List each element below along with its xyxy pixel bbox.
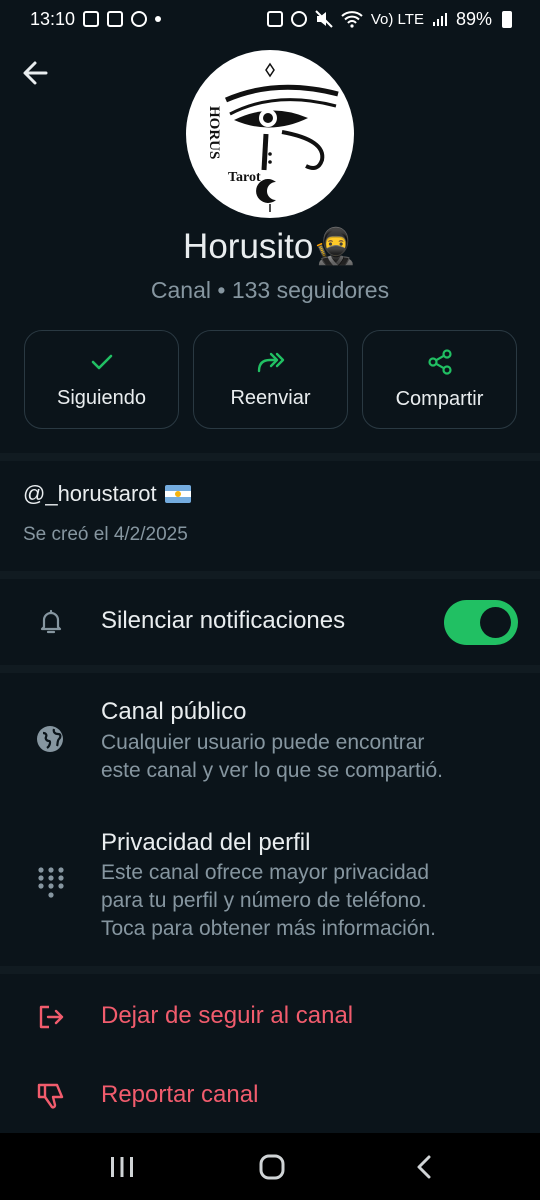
toggle-knob — [480, 607, 511, 638]
following-button[interactable]: Siguiendo — [24, 330, 179, 429]
public-channel-desc-1: Cualquier usuario puede encontrar — [101, 731, 425, 754]
profile-privacy-desc-3: Toca para obtener más información. — [101, 917, 437, 940]
channel-handle: @_horustarot — [23, 481, 191, 507]
arrow-back-icon — [23, 61, 48, 85]
dialpad-icon — [36, 867, 66, 898]
horus-logo: HORUS Tarot — [206, 62, 339, 212]
profile-privacy-title: Privacidad del perfil — [101, 829, 311, 856]
public-channel-title: Canal público — [101, 698, 247, 725]
check-icon — [91, 354, 112, 370]
status-bar: 13:10 Vo) LTE 89% — [0, 0, 540, 38]
forward-label: Reenviar — [230, 387, 311, 409]
channel-name: Horusito🥷 — [183, 227, 357, 266]
handle-text: @_horustarot — [23, 481, 157, 506]
forward-icon — [257, 352, 284, 373]
bell-icon — [36, 607, 66, 637]
lock-icon — [266, 11, 283, 27]
mute-icon — [315, 10, 333, 28]
battery-icon — [502, 10, 512, 28]
channel-subtitle: Canal • 133 seguidores — [150, 277, 390, 303]
argentina-flag-icon — [164, 485, 191, 503]
battery-percent: 89% — [455, 8, 492, 29]
nav-back-icon — [417, 1155, 431, 1178]
report-label[interactable]: Reportar canal — [101, 1081, 258, 1109]
section-divider — [0, 453, 540, 461]
forward-button[interactable]: Reenviar — [193, 330, 348, 429]
mute-toggle[interactable] — [444, 600, 518, 645]
home-button[interactable] — [242, 1133, 302, 1200]
gallery-notification-icon — [83, 11, 100, 27]
more-notifications-dot-icon — [155, 16, 162, 22]
app-notification-icon — [107, 11, 124, 27]
share-label: Compartir — [395, 388, 484, 410]
logo-bottom-text: Tarot — [228, 170, 261, 185]
following-label: Siguiendo — [57, 387, 146, 409]
profile-privacy-desc-2: para tu perfil y número de teléfono. — [101, 889, 427, 912]
share-button[interactable]: Compartir — [362, 330, 517, 429]
created-date: Se creó el 4/2/2025 — [23, 524, 188, 545]
wifi-icon — [341, 11, 363, 28]
status-left: 13:10 — [30, 8, 162, 30]
recent-apps-button[interactable] — [92, 1133, 152, 1200]
mute-label: Silenciar notificaciones — [101, 607, 346, 634]
section-divider — [0, 966, 540, 974]
section-divider — [0, 665, 540, 673]
network-type-label: Vo) LTE — [370, 10, 424, 28]
public-channel-desc-2: este canal y ver lo que se compartió. — [101, 759, 444, 782]
globe-icon — [35, 724, 65, 754]
status-right: Vo) LTE 89% — [266, 8, 512, 30]
system-nav-bar — [0, 1133, 540, 1200]
share-icon — [427, 349, 452, 375]
back-button[interactable] — [18, 56, 52, 90]
thumbs-down-icon — [36, 1081, 66, 1111]
nav-back-button[interactable] — [394, 1133, 454, 1200]
hand-notification-icon — [131, 11, 148, 27]
signal-icon — [432, 13, 447, 26]
exit-icon — [36, 1002, 66, 1032]
recent-apps-icon — [111, 1156, 133, 1177]
alarm-icon — [290, 11, 307, 27]
status-time: 13:10 — [30, 8, 76, 29]
home-icon — [259, 1154, 285, 1179]
unfollow-label[interactable]: Dejar de seguir al canal — [101, 1002, 353, 1030]
channel-avatar[interactable]: HORUS Tarot — [186, 50, 354, 218]
logo-side-text: HORUS — [206, 106, 222, 159]
profile-privacy-desc-1: Este canal ofrece mayor privacidad — [101, 861, 429, 884]
section-divider — [0, 571, 540, 579]
